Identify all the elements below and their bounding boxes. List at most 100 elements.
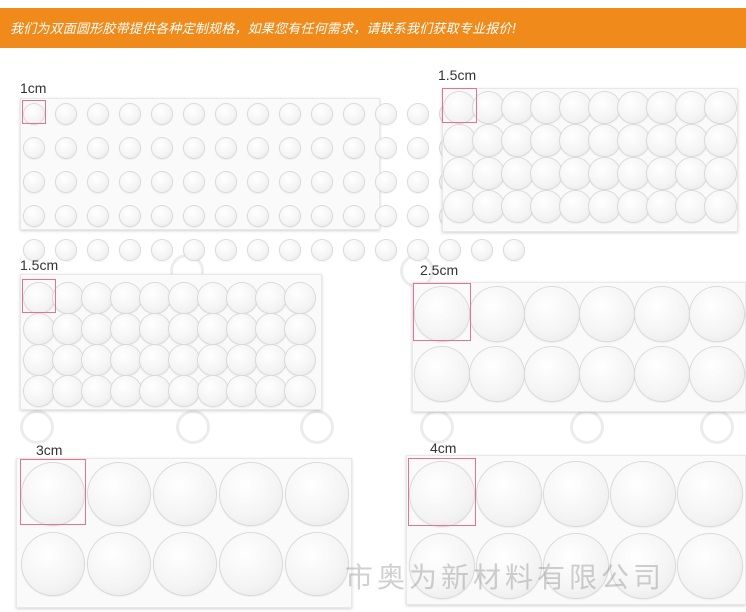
adhesive-dot (589, 191, 620, 222)
adhesive-dot (344, 172, 364, 192)
adhesive-dot (560, 158, 591, 189)
adhesive-dot (444, 158, 475, 189)
adhesive-dot (82, 283, 112, 313)
adhesive-dot (502, 125, 533, 156)
adhesive-dot (618, 92, 649, 123)
adhesive-dot (24, 376, 54, 406)
adhesive-dot (635, 287, 689, 341)
adhesive-dot (473, 158, 504, 189)
size-marker (442, 88, 477, 123)
adhesive-dot (531, 158, 562, 189)
adhesive-dot (88, 104, 108, 124)
promo-banner: 我们为双面圆形胶带提供各种定制规格，如果您有任何需求，请联系我们获取专业报价! (0, 8, 746, 48)
adhesive-dot (531, 125, 562, 156)
size-marker (22, 100, 46, 124)
adhesive-dot (82, 345, 112, 375)
adhesive-dot (248, 138, 268, 158)
adhesive-dot (248, 104, 268, 124)
adhesive-dot (22, 533, 84, 595)
adhesive-dot (408, 206, 428, 226)
adhesive-dot (56, 104, 76, 124)
size-marker (408, 458, 476, 526)
adhesive-dot (280, 138, 300, 158)
adhesive-dot (256, 345, 286, 375)
adhesive-dot (140, 283, 170, 313)
adhesive-dot (502, 191, 533, 222)
adhesive-dot (285, 376, 315, 406)
adhesive-dot (152, 138, 172, 158)
adhesive-dot (88, 172, 108, 192)
adhesive-dot (280, 240, 300, 260)
adhesive-dot (280, 206, 300, 226)
adhesive-dot (440, 240, 460, 260)
company-logo-icon (176, 410, 210, 444)
adhesive-dot (376, 206, 396, 226)
adhesive-dot (198, 283, 228, 313)
adhesive-dot (169, 314, 199, 344)
adhesive-dot (502, 92, 533, 123)
adhesive-dot (154, 533, 216, 595)
company-logo-icon (20, 410, 54, 444)
company-logo-icon (570, 410, 604, 444)
adhesive-dot (111, 376, 141, 406)
size-label: 2.5cm (420, 262, 459, 278)
adhesive-dot (560, 92, 591, 123)
adhesive-dot (618, 158, 649, 189)
adhesive-dot (198, 345, 228, 375)
adhesive-dot (82, 376, 112, 406)
adhesive-dot (676, 191, 707, 222)
adhesive-dot (611, 462, 675, 526)
adhesive-dot (344, 240, 364, 260)
company-logo-icon (300, 410, 334, 444)
adhesive-dot (312, 172, 332, 192)
adhesive-dot (53, 314, 83, 344)
adhesive-dot (589, 125, 620, 156)
adhesive-dot (676, 92, 707, 123)
adhesive-dot (444, 191, 475, 222)
adhesive-dot (312, 240, 332, 260)
adhesive-dot (24, 345, 54, 375)
adhesive-dot (285, 283, 315, 313)
adhesive-dot (408, 104, 428, 124)
adhesive-dot (560, 125, 591, 156)
adhesive-dot (227, 314, 257, 344)
adhesive-dot (472, 240, 492, 260)
adhesive-dot (216, 104, 236, 124)
adhesive-dot (220, 533, 282, 595)
adhesive-dot (444, 125, 475, 156)
adhesive-dot (589, 92, 620, 123)
adhesive-dot (88, 533, 150, 595)
adhesive-dot (227, 283, 257, 313)
adhesive-dot (111, 283, 141, 313)
adhesive-dot (690, 347, 744, 401)
adhesive-dot (286, 533, 348, 595)
adhesive-dot (544, 462, 608, 526)
adhesive-dot (256, 376, 286, 406)
adhesive-dot (120, 240, 140, 260)
adhesive-dot (120, 206, 140, 226)
adhesive-dot (184, 138, 204, 158)
company-logo-icon (700, 410, 734, 444)
adhesive-dot (473, 125, 504, 156)
adhesive-dot (531, 92, 562, 123)
adhesive-dot (531, 191, 562, 222)
size-label: 4cm (430, 440, 457, 456)
adhesive-dot (376, 172, 396, 192)
adhesive-dot (88, 240, 108, 260)
adhesive-dot (53, 376, 83, 406)
adhesive-dot (473, 92, 504, 123)
adhesive-dot (344, 138, 364, 158)
adhesive-dot (169, 283, 199, 313)
adhesive-dot (140, 345, 170, 375)
adhesive-dot (676, 158, 707, 189)
adhesive-dot (216, 240, 236, 260)
adhesive-dot (376, 240, 396, 260)
adhesive-dot (678, 462, 742, 526)
adhesive-dot (647, 191, 678, 222)
adhesive-dot (285, 314, 315, 344)
adhesive-dot (56, 172, 76, 192)
adhesive-dot (152, 240, 172, 260)
watermark-text: 市奥为新材料有限公司 (345, 561, 666, 594)
adhesive-dot (152, 104, 172, 124)
adhesive-dot (504, 240, 524, 260)
